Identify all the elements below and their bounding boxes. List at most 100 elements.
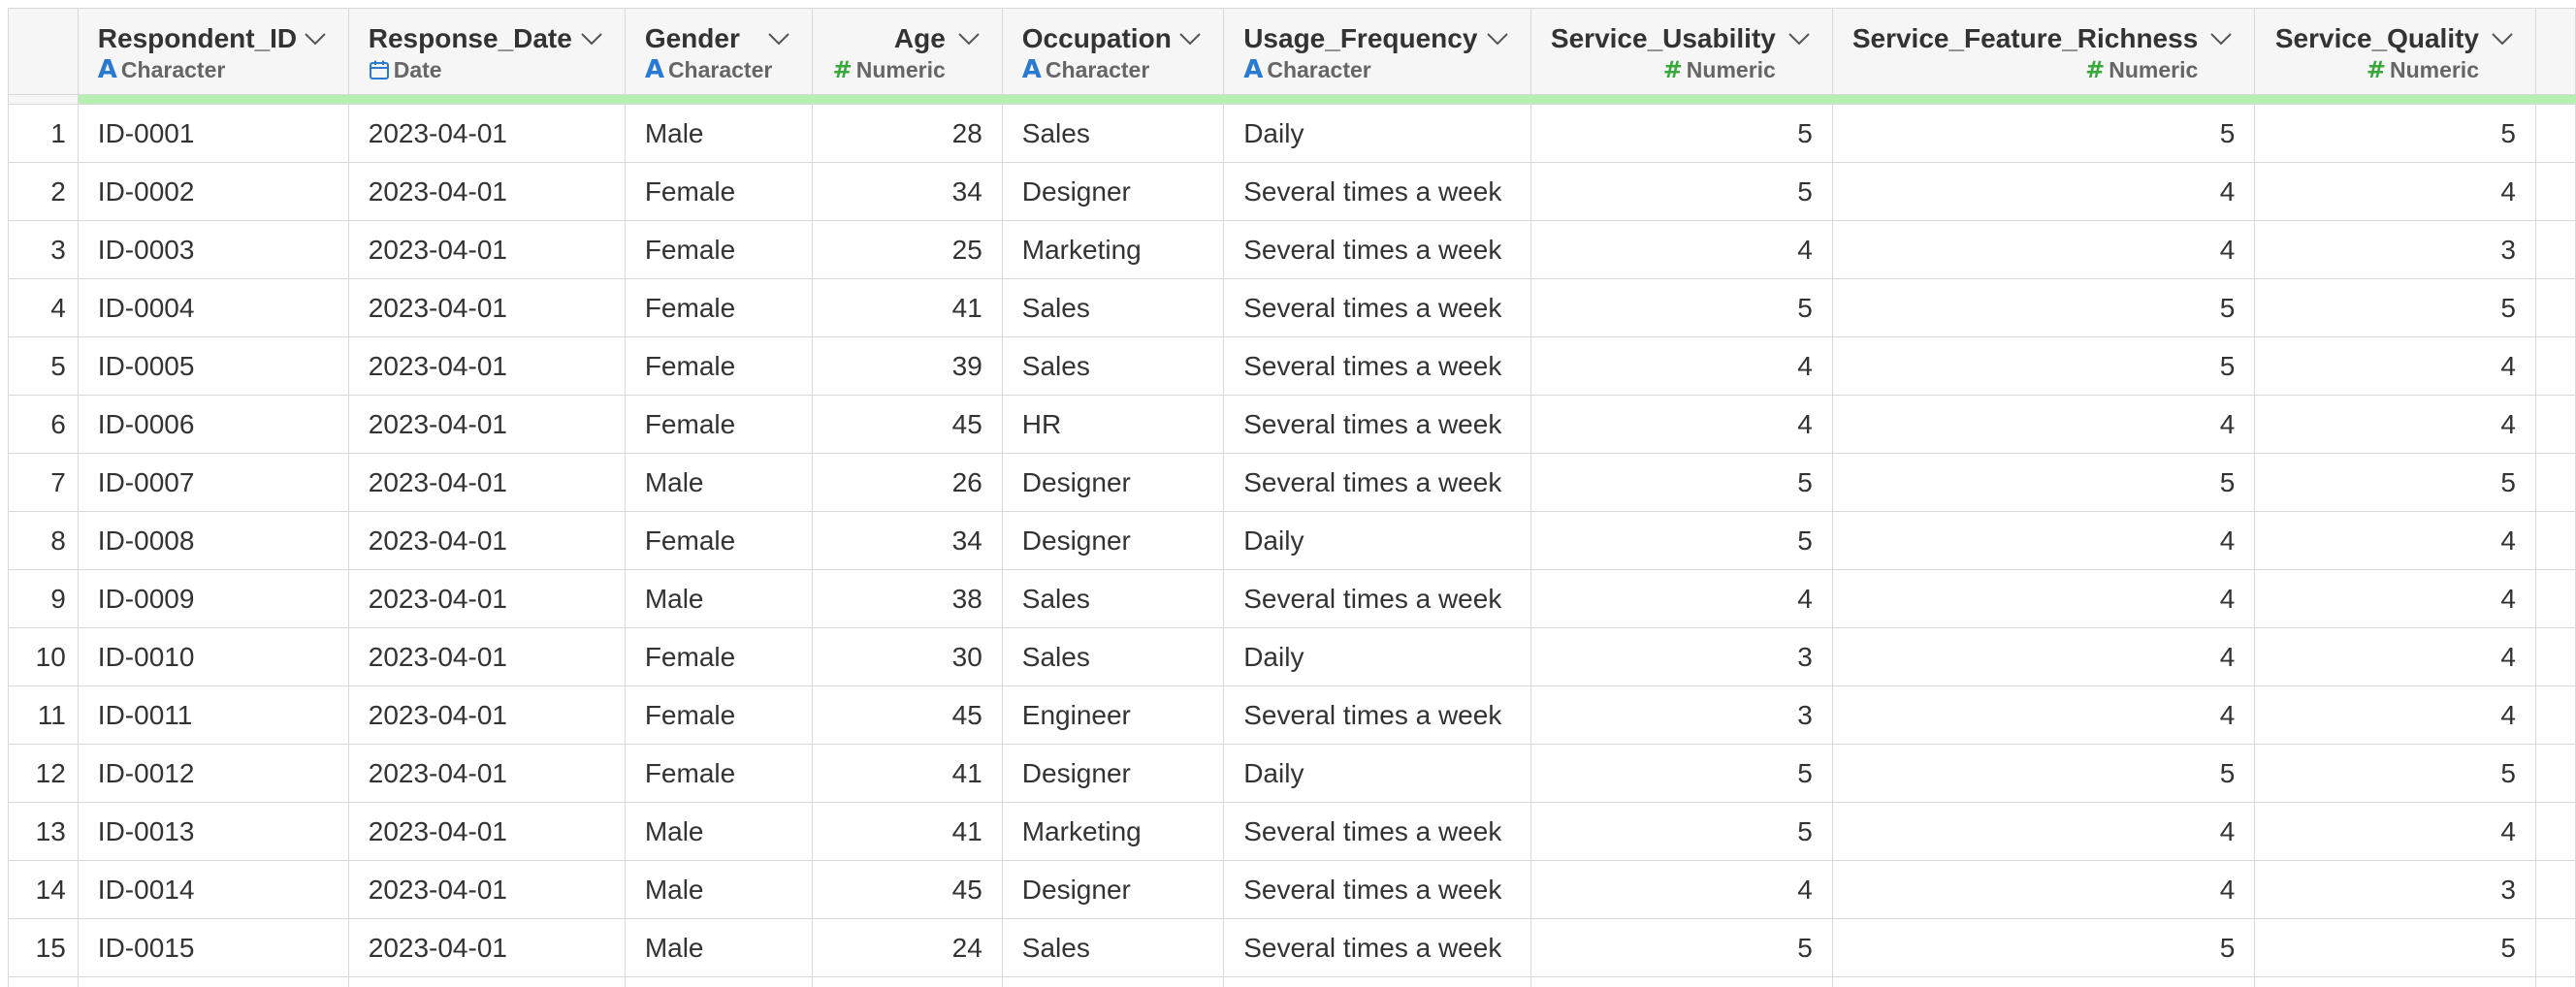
cell-gender[interactable]: Female	[624, 511, 814, 570]
cell-service-quality[interactable]: 4	[2254, 336, 2536, 396]
cell-service-feature-richness[interactable]: 4	[1831, 162, 2256, 221]
table-row[interactable]: 8 ID-0008 2023-04-01 Female 34 Designer Daily 5…	[8, 511, 2576, 570]
cell-service-usability[interactable]: 5	[1530, 918, 1833, 977]
cell-service-feature-richness[interactable]: 4	[1831, 685, 2256, 745]
cell-service-quality[interactable]: 3	[2254, 220, 2536, 279]
cell-response-date[interactable]: 2023-04-01	[347, 860, 626, 919]
cell-service-feature-richness[interactable]: 4	[1831, 860, 2256, 919]
column-header-age[interactable]: Age # Numeric	[812, 8, 1003, 95]
cell-service-usability[interactable]: 5	[1530, 104, 1833, 163]
cell-respondent-id[interactable]: ID-0004	[77, 278, 349, 337]
cell-gender[interactable]: Male	[624, 104, 814, 163]
cell-usage-frequency[interactable]: Several times a week	[1223, 336, 1531, 396]
table-row[interactable]: 14 ID-0014 2023-04-01 Male 45 Designer Several…	[8, 860, 2576, 919]
chevron-down-icon[interactable]	[302, 25, 329, 52]
table-row[interactable]: 5 ID-0005 2023-04-01 Female 39 Sales Several t…	[8, 336, 2576, 396]
cell-service-usability[interactable]: 4	[1530, 395, 1833, 454]
cell-service-usability[interactable]: 4	[1530, 220, 1833, 279]
table-row[interactable]: 11 ID-0011 2023-04-01 Female 45 Engineer Sever…	[8, 685, 2576, 745]
column-header-service-usability[interactable]: Service_Usability # Numeric	[1530, 8, 1833, 95]
column-header-respondent-id[interactable]: Respondent_ID A Character	[77, 8, 349, 95]
cell-gender[interactable]: Male	[624, 569, 814, 628]
cell-usage-frequency[interactable]: Several times a week	[1223, 278, 1531, 337]
cell-service-usability[interactable]: 5	[1530, 278, 1833, 337]
cell-service-usability[interactable]: 3	[1530, 685, 1833, 745]
column-header-usage-frequency[interactable]: Usage_Frequency A Character	[1223, 8, 1531, 95]
cell-occupation[interactable]: Marketing	[1001, 802, 1225, 861]
cell-age[interactable]: 30	[812, 627, 1003, 686]
cell-respondent-id[interactable]: ID-0010	[77, 627, 349, 686]
table-row[interactable]: 12 ID-0012 2023-04-01 Female 41 Designer Daily…	[8, 744, 2576, 803]
table-row[interactable]: 15 ID-0015 2023-04-01 Male 24 Sales Several ti…	[8, 918, 2576, 977]
cell-gender[interactable]: Female	[624, 744, 814, 803]
cell-service-feature-richness[interactable]: 5	[1831, 453, 2256, 512]
cell-gender[interactable]: Female	[624, 685, 814, 745]
cell-service-usability[interactable]: 5	[1530, 511, 1833, 570]
cell-gender[interactable]: Female	[624, 278, 814, 337]
cell-respondent-id[interactable]: ID-0014	[77, 860, 349, 919]
cell-service-usability[interactable]: 5	[1530, 162, 1833, 221]
chevron-down-icon[interactable]	[2489, 25, 2516, 52]
cell-service-quality[interactable]: 5	[2254, 918, 2536, 977]
cell-service-feature-richness[interactable]: 4	[1831, 569, 2256, 628]
cell-respondent-id[interactable]: ID-0009	[77, 569, 349, 628]
table-row[interactable]: 4 ID-0004 2023-04-01 Female 41 Sales Several t…	[8, 278, 2576, 337]
cell-usage-frequency[interactable]: Several times a week	[1223, 569, 1531, 628]
cell-response-date[interactable]: 2023-04-01	[347, 685, 626, 745]
cell-service-quality[interactable]: 4	[2254, 395, 2536, 454]
cell-respondent-id[interactable]: ID-0013	[77, 802, 349, 861]
cell-service-usability[interactable]: 4	[1530, 860, 1833, 919]
cell-service-quality[interactable]: 3	[2254, 860, 2536, 919]
cell-age[interactable]: 41	[812, 278, 1003, 337]
cell-occupation[interactable]: Sales	[1001, 278, 1225, 337]
cell-age[interactable]: 26	[812, 453, 1003, 512]
cell-service-feature-richness[interactable]: 4	[1831, 511, 2256, 570]
chevron-down-icon[interactable]	[1786, 25, 1813, 52]
cell-usage-frequency[interactable]: Several times a week	[1223, 162, 1531, 221]
cell-gender[interactable]: Female	[624, 162, 814, 221]
cell-usage-frequency[interactable]: Daily	[1223, 744, 1531, 803]
cell-response-date[interactable]: 2023-04-01	[347, 104, 626, 163]
cell-usage-frequency[interactable]: Daily	[1223, 104, 1531, 163]
cell-service-usability[interactable]: 3	[1530, 627, 1833, 686]
cell-service-usability[interactable]: 4	[1530, 569, 1833, 628]
chevron-down-icon[interactable]	[2207, 25, 2235, 52]
cell-service-quality[interactable]: 4	[2254, 162, 2536, 221]
cell-age[interactable]: 45	[812, 685, 1003, 745]
cell-service-feature-richness[interactable]: 4	[1831, 627, 2256, 686]
cell-response-date[interactable]: 2023-04-01	[347, 220, 626, 279]
cell-service-usability[interactable]: 5	[1530, 802, 1833, 861]
cell-age[interactable]: 41	[812, 802, 1003, 861]
cell-age[interactable]: 41	[812, 744, 1003, 803]
cell-age[interactable]: 45	[812, 860, 1003, 919]
cell-respondent-id[interactable]: ID-0001	[77, 104, 349, 163]
cell-occupation[interactable]: Sales	[1001, 627, 1225, 686]
cell-age[interactable]: 34	[812, 162, 1003, 221]
chevron-down-icon[interactable]	[578, 25, 605, 52]
cell-usage-frequency[interactable]: Several times a week	[1223, 918, 1531, 977]
cell-service-quality[interactable]: 4	[2254, 685, 2536, 745]
table-row[interactable]: 9 ID-0009 2023-04-01 Male 38 Sales Several tim…	[8, 569, 2576, 628]
cell-service-quality[interactable]: 5	[2254, 104, 2536, 163]
cell-usage-frequency[interactable]: Several times a week	[1223, 802, 1531, 861]
table-row[interactable]: 1 ID-0001 2023-04-01 Male 28 Sales Daily 5 5 5	[8, 104, 2576, 163]
cell-response-date[interactable]: 2023-04-01	[347, 453, 626, 512]
table-row[interactable]: 10 ID-0010 2023-04-01 Female 30 Sales Daily 3 4 4	[8, 627, 2576, 686]
cell-response-date[interactable]: 2023-04-01	[347, 627, 626, 686]
cell-occupation[interactable]: Sales	[1001, 918, 1225, 977]
cell-occupation[interactable]: Sales	[1001, 569, 1225, 628]
cell-age[interactable]: 39	[812, 336, 1003, 396]
cell-respondent-id[interactable]: ID-0011	[77, 685, 349, 745]
cell-usage-frequency[interactable]: Several times a week	[1223, 860, 1531, 919]
cell-service-quality[interactable]: 4	[2254, 802, 2536, 861]
cell-occupation[interactable]: Sales	[1001, 104, 1225, 163]
cell-service-quality[interactable]: 5	[2254, 453, 2536, 512]
cell-response-date[interactable]: 2023-04-01	[347, 802, 626, 861]
cell-occupation[interactable]: Designer	[1001, 453, 1225, 512]
cell-usage-frequency[interactable]: Daily	[1223, 627, 1531, 686]
cell-response-date[interactable]: 2023-04-01	[347, 918, 626, 977]
cell-gender[interactable]: Male	[624, 860, 814, 919]
cell-service-feature-richness[interactable]: 5	[1831, 918, 2256, 977]
cell-response-date[interactable]: 2023-04-01	[347, 278, 626, 337]
cell-occupation[interactable]: Sales	[1001, 336, 1225, 396]
